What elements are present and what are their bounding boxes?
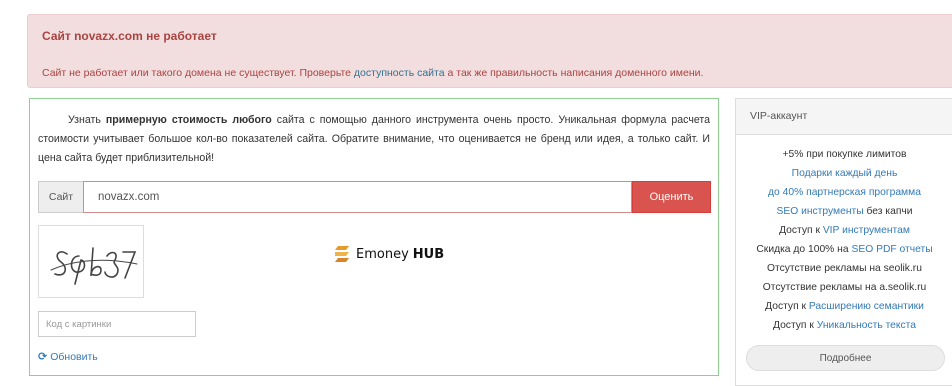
intro-text-bold: примерную стоимость любого	[105, 114, 272, 126]
refresh-label: Обновить	[50, 350, 98, 363]
vip-item: до 40% партнерская программа	[736, 183, 952, 202]
vip-item-link[interactable]: SEO PDF отчеты	[851, 244, 932, 255]
vip-item: +5% при покупке лимитов	[736, 145, 952, 164]
refresh-icon: ⟳	[38, 351, 48, 363]
refresh-captcha-link[interactable]: ⟳ Обновить	[38, 350, 98, 364]
captcha-image	[38, 225, 144, 298]
vip-item: Отсутствие рекламы на a.seolik.ru	[736, 278, 952, 297]
alert-text: Сайт не работает или такого домена не су…	[42, 67, 703, 79]
captcha-input[interactable]	[38, 311, 196, 337]
intro-text: Узнать примерную стоимость любого сайта …	[30, 111, 720, 168]
vip-item-text: +5% при покупке лимитов	[782, 149, 907, 160]
vip-item: Скидка до 100% на SEO PDF отчеты	[736, 240, 952, 259]
vip-item-link[interactable]: Уникальность текста	[817, 320, 916, 331]
vip-item: Доступ к VIP инструментам	[736, 221, 952, 240]
vip-item-link[interactable]: до 40% партнерская программа	[768, 187, 921, 198]
vip-item-link[interactable]: VIP инструментам	[823, 225, 910, 236]
vip-item: SEO инструменты без капчи	[736, 202, 952, 221]
vip-item-link[interactable]: Расширению семантики	[809, 301, 924, 312]
site-label: Сайт	[38, 181, 83, 213]
site-input[interactable]	[83, 181, 632, 213]
vip-item: Отсутствие рекламы на seolik.ru	[736, 259, 952, 278]
vip-item: Доступ к Уникальность текста	[736, 316, 952, 335]
vip-item: Подарки каждый день	[736, 164, 952, 183]
watermark-suffix: HUB	[412, 246, 445, 262]
watermark-name: Emoney	[356, 246, 409, 262]
captcha-glyphs	[50, 247, 138, 285]
vip-benefits-list: +5% при покупке лимитов Подарки каждый д…	[736, 145, 952, 335]
vip-item-text: Отсутствие рекламы на seolik.ru	[767, 263, 922, 274]
emoney-hub-watermark: Emoney HUB	[334, 245, 444, 263]
vip-item-text-after: без капчи	[863, 206, 913, 217]
vip-more-button[interactable]: Подробнее	[746, 345, 945, 371]
vip-item-text: Доступ к	[765, 301, 809, 312]
site-cost-panel: Узнать примерную стоимость любого сайта …	[29, 98, 719, 376]
vip-item-text: Доступ к	[779, 225, 823, 236]
intro-text-start: Узнать	[68, 114, 106, 126]
alert-text-before: Сайт не работает или такого домена не су…	[42, 67, 354, 79]
evaluate-button[interactable]: Оценить	[632, 181, 711, 213]
vip-item-text: Доступ к	[772, 320, 817, 331]
alert-text-after: а так же правильность написания доменног…	[444, 67, 704, 79]
vip-item-text: Скидка до 100% на	[756, 244, 852, 255]
vip-item-link[interactable]: SEO инструменты	[776, 206, 863, 217]
error-alert: Сайт novazx.com не работает Сайт не рабо…	[27, 14, 952, 88]
alert-title: Сайт novazx.com не работает	[42, 29, 217, 43]
site-form: Сайт Оценить	[38, 181, 711, 213]
vip-item-link[interactable]: Подарки каждый день	[792, 168, 898, 179]
emoney-logo-icon	[335, 246, 349, 262]
vip-item: Доступ к Расширению семантики	[736, 297, 952, 316]
vip-account-panel: VIP-аккаунт +5% при покупке лимитов Пода…	[735, 98, 952, 386]
vip-item-text: Отсутствие рекламы на a.seolik.ru	[762, 282, 927, 293]
availability-link[interactable]: доступность сайта	[354, 67, 445, 79]
vip-title: VIP-аккаунт	[736, 99, 952, 135]
